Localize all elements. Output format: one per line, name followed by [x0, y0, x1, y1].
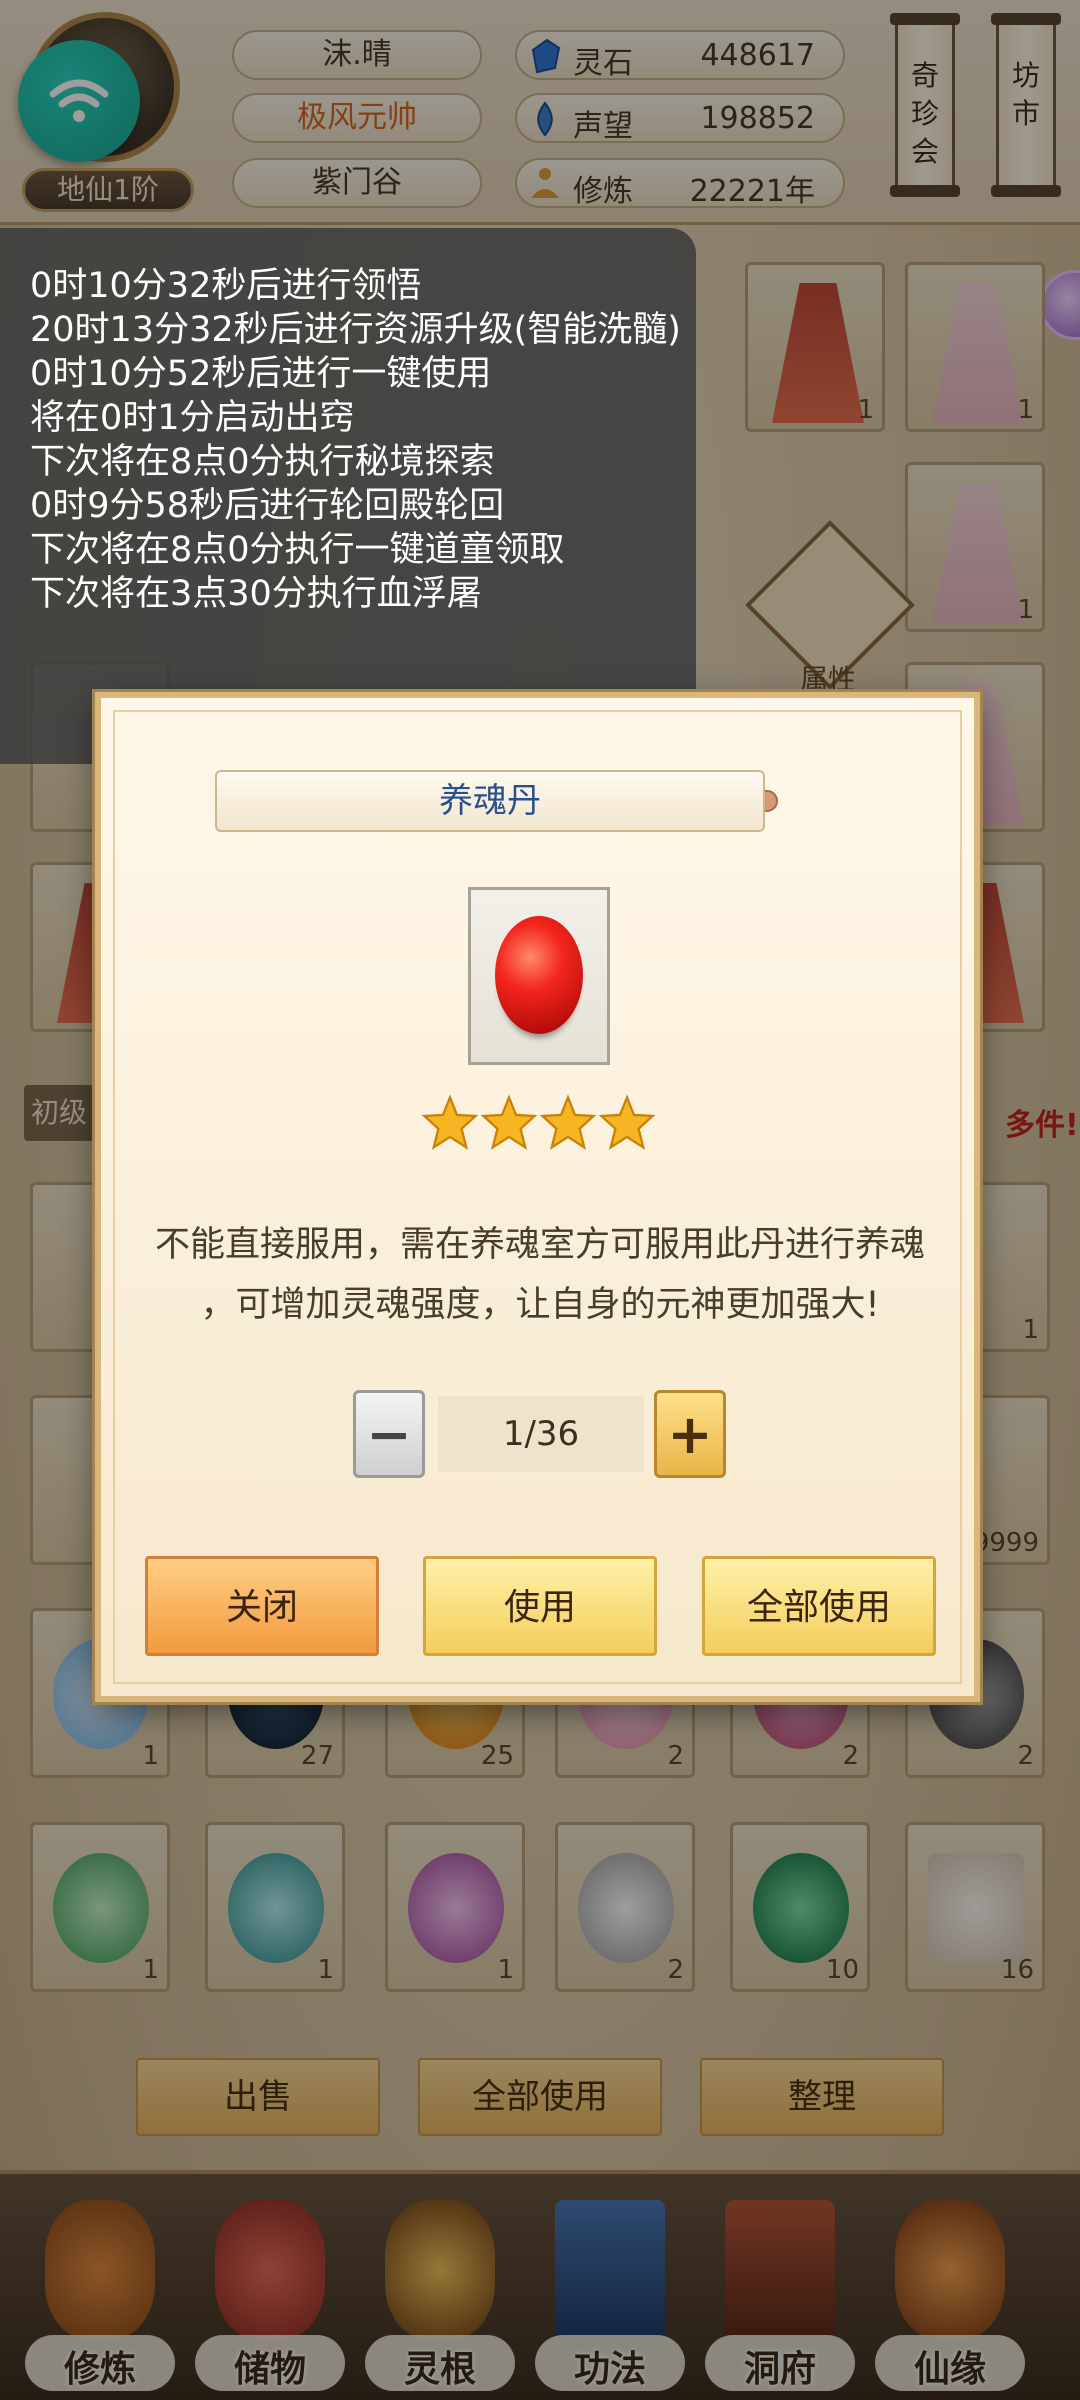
- description-line: ，可增加灵魂强度，让自身的元神更加强大!: [200, 1285, 880, 1325]
- description-line: 不能直接服用，需在养魂室方可服用此丹进行养魂: [154, 1225, 925, 1265]
- task-log-line: 将在0时1分启动出窍: [30, 398, 355, 438]
- red-pill-icon: [495, 916, 583, 1034]
- dialog-title: 养魂丹: [215, 770, 765, 832]
- star-icon: [539, 1094, 597, 1150]
- task-log-panel: 0时10分32秒后进行领悟 20时13分32秒后进行资源升级(智能洗髓) 0时1…: [0, 228, 696, 764]
- task-log-line: 0时10分32秒后进行领悟: [30, 266, 422, 306]
- task-log-line: 20时13分32秒后进行资源升级(智能洗髓): [30, 310, 681, 350]
- star-icon: [421, 1094, 479, 1150]
- task-log-line: 0时10分52秒后进行一键使用: [30, 354, 492, 394]
- dialog-inner-border: [113, 710, 962, 1684]
- decrease-quantity-button[interactable]: −: [353, 1390, 425, 1478]
- use-button[interactable]: 使用: [423, 1556, 657, 1656]
- use-all-button[interactable]: 全部使用: [702, 1556, 936, 1656]
- increase-quantity-button[interactable]: +: [654, 1390, 726, 1478]
- quantity-display[interactable]: 1/36: [438, 1396, 644, 1472]
- item-detail-dialog: [95, 692, 980, 1702]
- item-description: 不能直接服用，需在养魂室方可服用此丹进行养魂 ，可增加灵魂强度，让自身的元神更加…: [145, 1215, 935, 1335]
- close-button[interactable]: 关闭: [145, 1556, 379, 1656]
- task-log-line: 0时9分58秒后进行轮回殿轮回: [30, 486, 505, 526]
- task-log-line: 下次将在8点0分执行秘境探索: [30, 442, 495, 482]
- star-icon: [480, 1094, 538, 1150]
- task-log-line: 下次将在8点0分执行一键道童领取: [30, 530, 565, 570]
- task-log-line: 下次将在3点30分执行血浮屠: [30, 574, 482, 614]
- star-icon: [598, 1094, 656, 1150]
